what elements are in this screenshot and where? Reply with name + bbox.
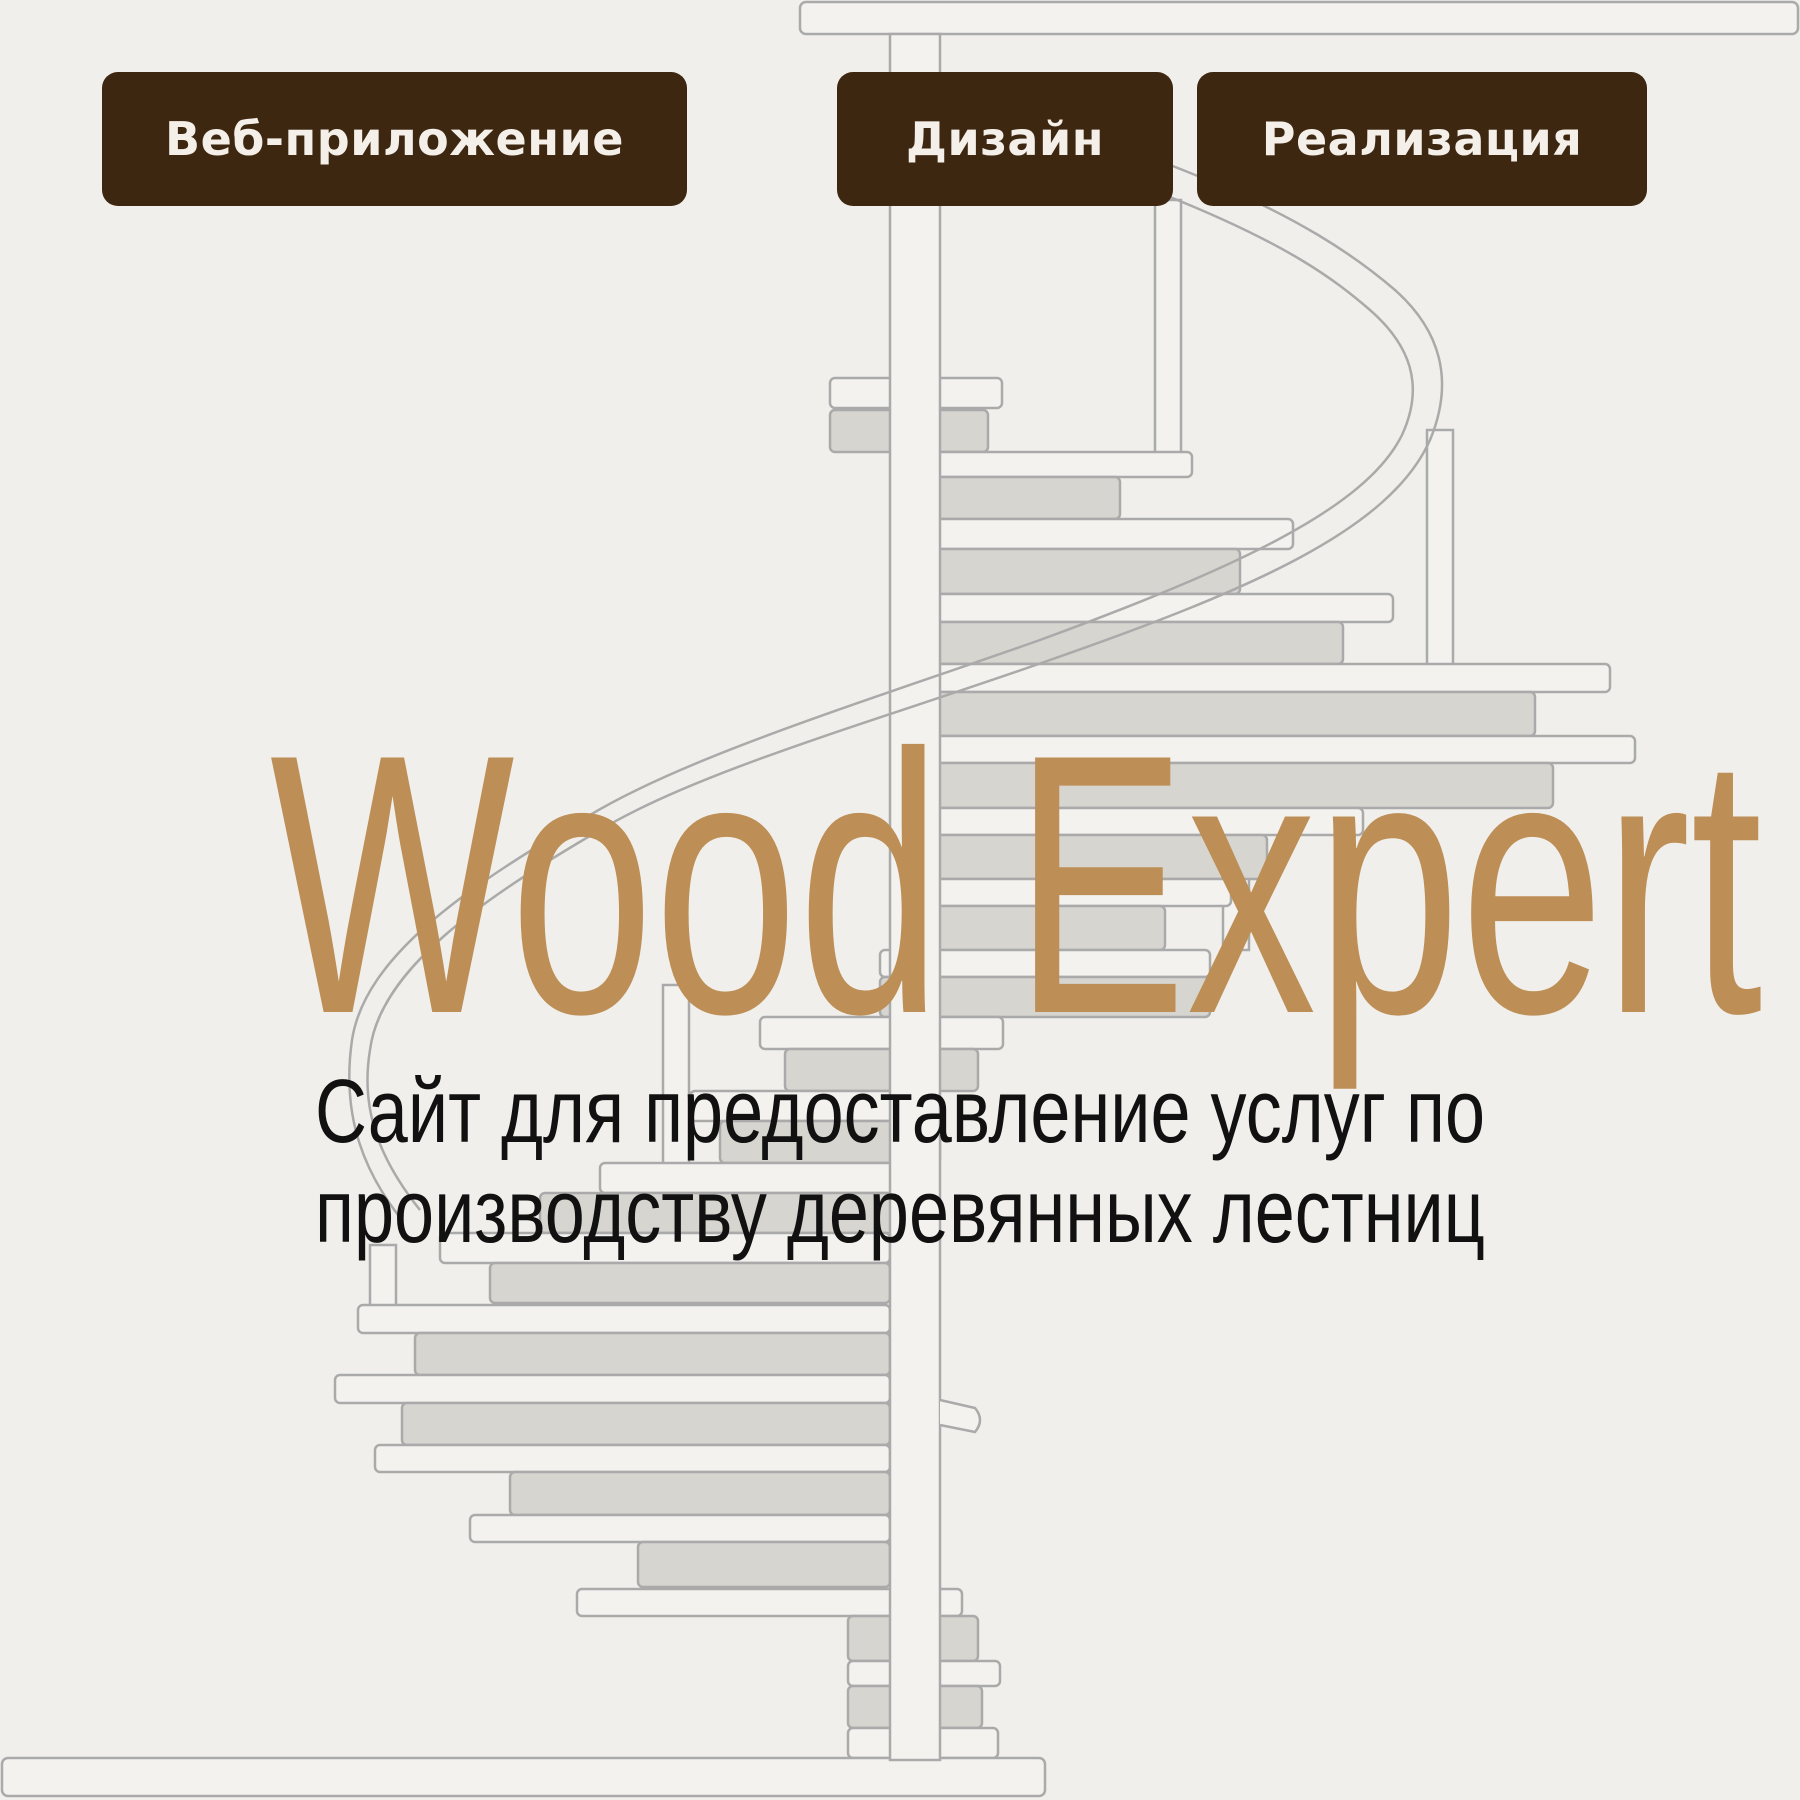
hero-subtitle: Сайт для предоставление услуг по произво… <box>0 1062 1800 1262</box>
tag-web-app[interactable]: Веб-приложение <box>102 72 687 206</box>
tag-design-label: Дизайн <box>906 112 1104 166</box>
tag-implementation[interactable]: Реализация <box>1197 72 1647 206</box>
tag-design[interactable]: Дизайн <box>837 72 1173 206</box>
tag-implementation-label: Реализация <box>1261 112 1583 166</box>
hero-subtitle-line-1: Сайт для предоставление услуг по <box>315 1062 1485 1162</box>
tag-web-app-label: Веб-приложение <box>165 112 624 166</box>
hero-title: Wood Expert <box>270 678 1763 1091</box>
hero-subtitle-line-2: производству деревянных лестниц <box>315 1162 1485 1262</box>
